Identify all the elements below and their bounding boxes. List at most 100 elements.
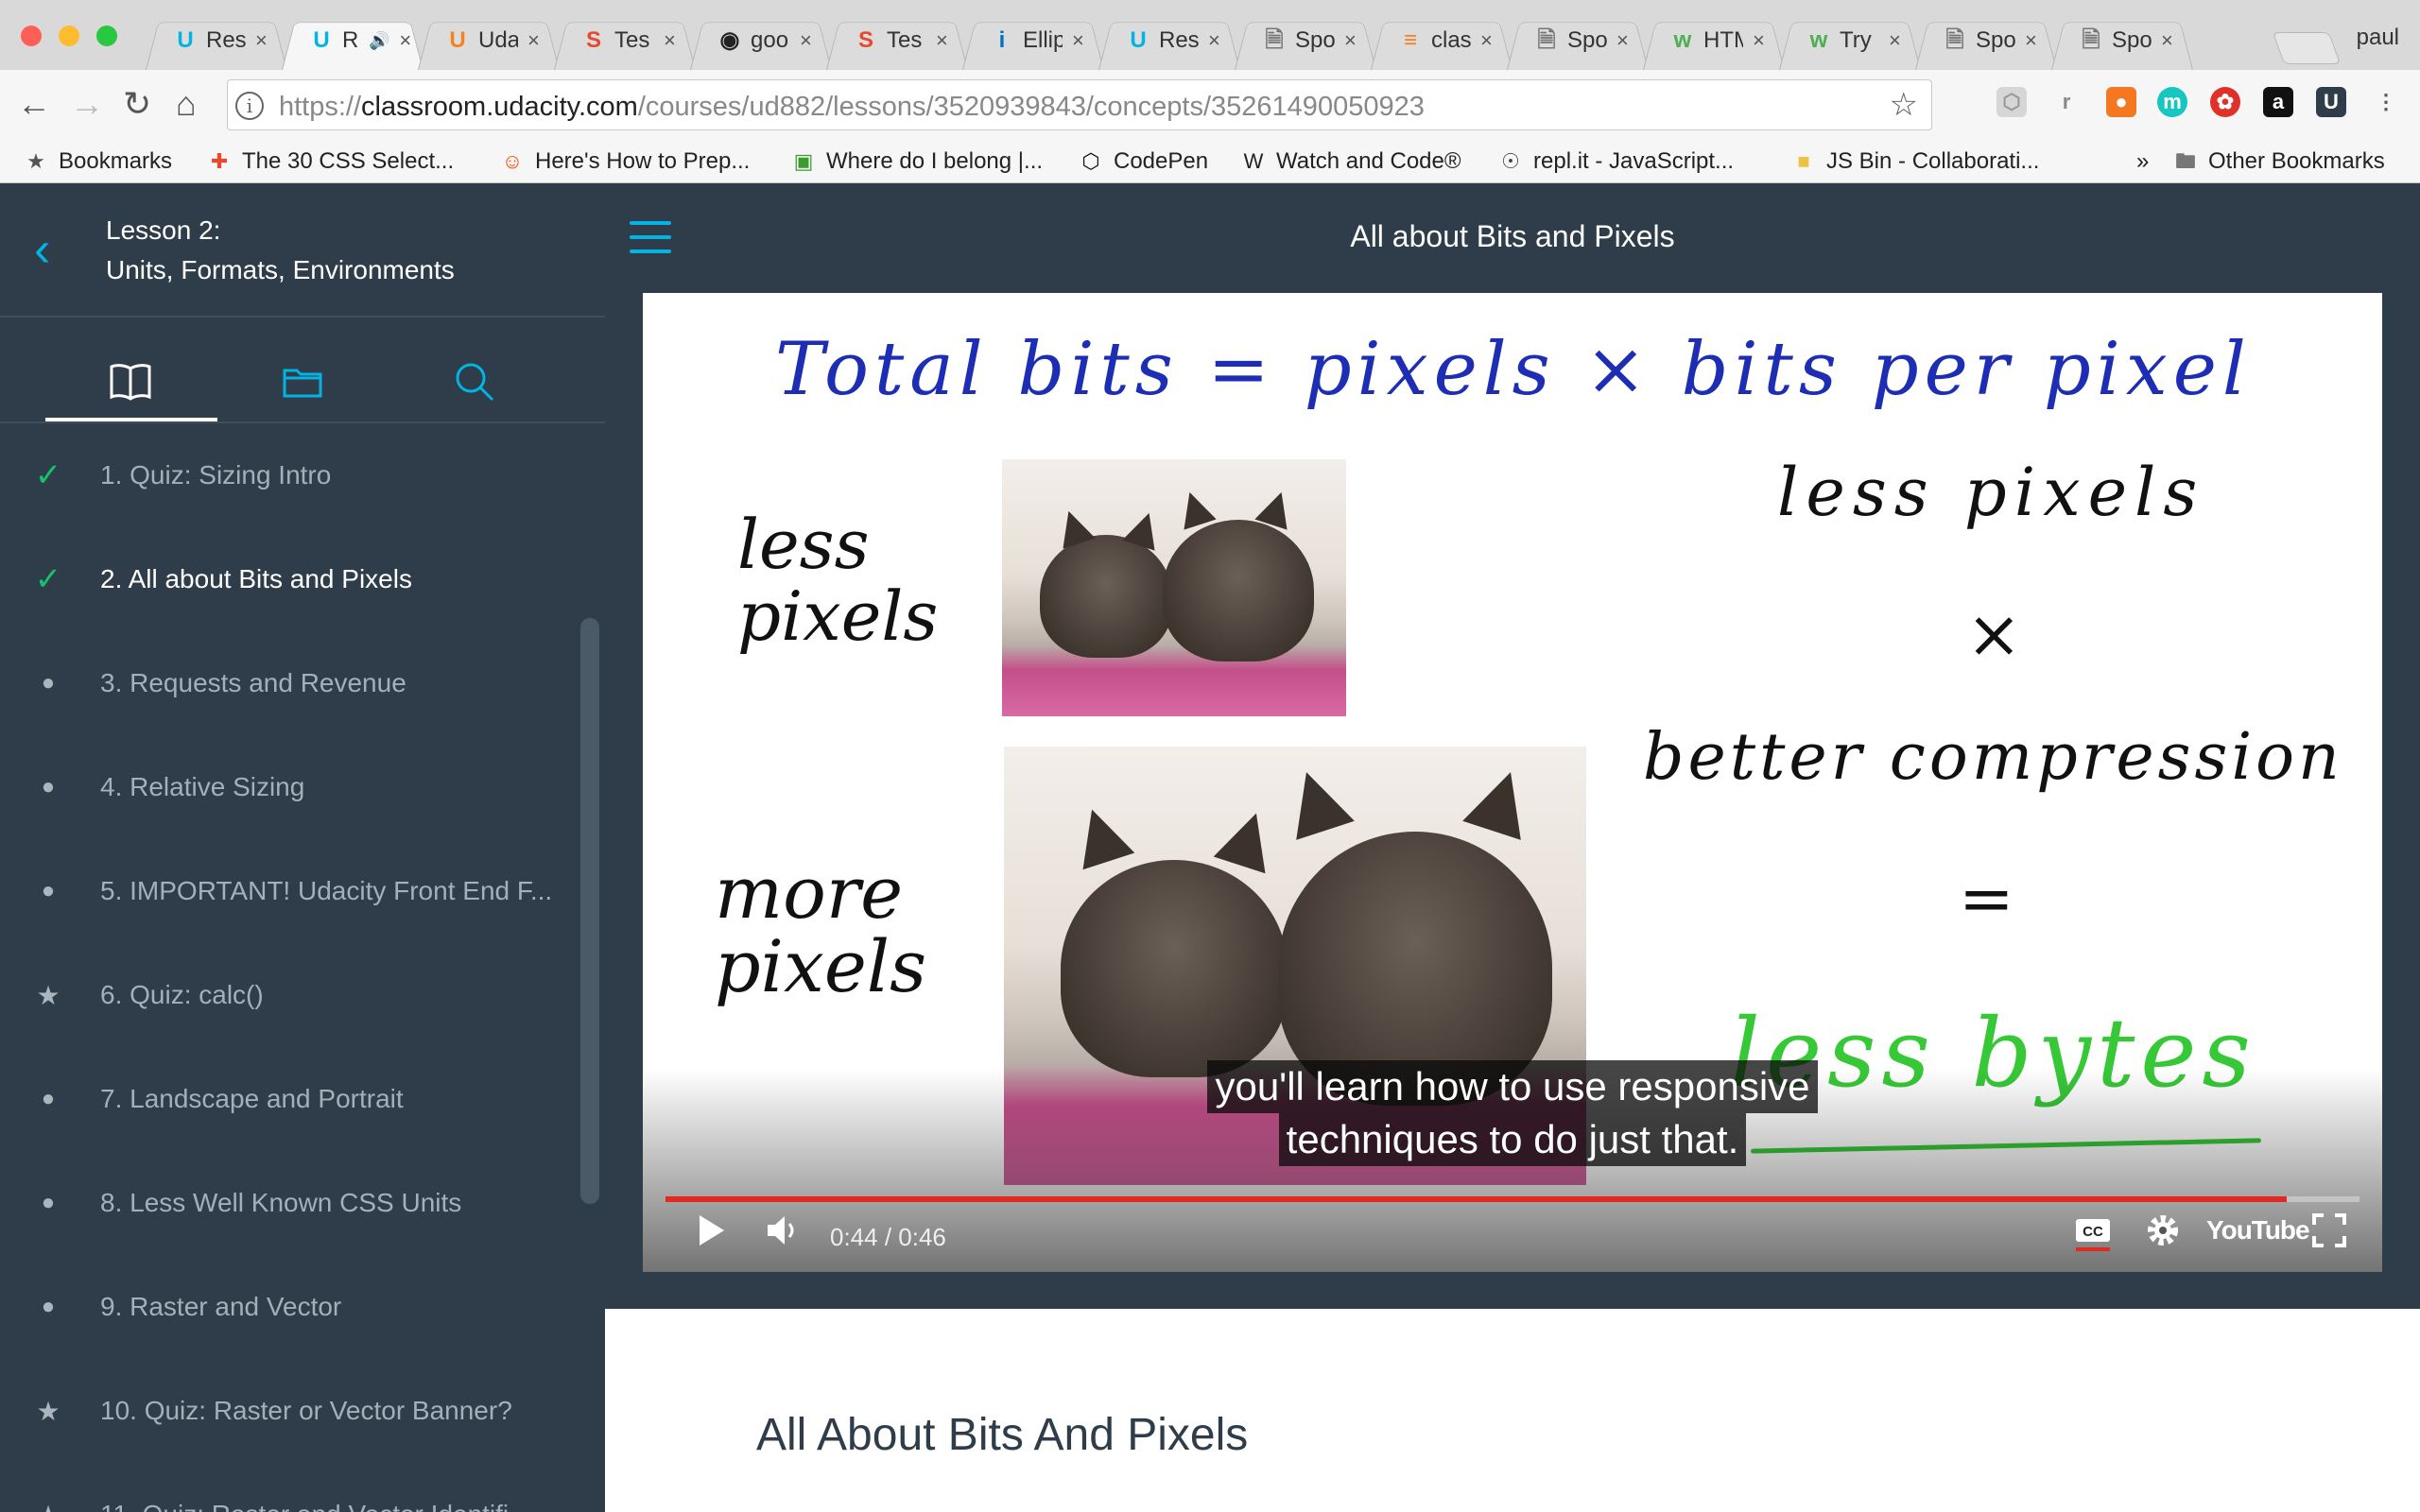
sidebar-scrollbar[interactable] bbox=[580, 618, 599, 1204]
reload-icon[interactable]: ↻ bbox=[123, 85, 151, 123]
udacity-extension-icon[interactable]: U bbox=[2316, 87, 2346, 117]
back-arrow-icon[interactable]: ← bbox=[17, 85, 51, 123]
browser-tab[interactable]: U R 🔊 × bbox=[282, 11, 424, 70]
minimize-window-button[interactable] bbox=[59, 26, 79, 46]
close-tab-icon[interactable]: × bbox=[1208, 28, 1220, 53]
close-tab-icon[interactable]: × bbox=[2161, 28, 2173, 53]
bookmark-item[interactable]: ★ Bookmarks bbox=[23, 144, 172, 180]
close-tab-icon[interactable]: × bbox=[1889, 28, 1901, 53]
browser-tab[interactable]: U Uda × bbox=[418, 11, 560, 70]
concept-item[interactable]: ★ 11. Quiz: Raster and Vector Identifi... bbox=[0, 1463, 577, 1512]
bookmark-item[interactable]: ▣ Where do I belong |... bbox=[790, 144, 1043, 180]
browser-tab[interactable]: w Try × bbox=[1779, 11, 1921, 70]
video-player[interactable]: Total bits = pixels × bits per pixel les… bbox=[643, 293, 2382, 1272]
concept-item[interactable]: ★ 6. Quiz: calc() bbox=[0, 943, 577, 1047]
home-icon[interactable]: ⌂ bbox=[176, 85, 197, 123]
caption-line-2: techniques to do just that. bbox=[1278, 1113, 1747, 1166]
concept-label: 9. Raster and Vector bbox=[100, 1292, 342, 1321]
concept-item[interactable]: ● 9. Raster and Vector bbox=[0, 1255, 577, 1359]
cube-extension-icon[interactable]: ⬡ bbox=[1996, 87, 2027, 117]
bookmark-label: JS Bin - Collaborati... bbox=[1826, 148, 2040, 174]
close-tab-icon[interactable]: × bbox=[800, 28, 812, 53]
browser-tab[interactable]: w HTM × bbox=[1643, 11, 1785, 70]
concept-item[interactable]: ● 7. Landscape and Portrait bbox=[0, 1047, 577, 1151]
close-tab-icon[interactable]: × bbox=[527, 28, 540, 53]
tab-search[interactable] bbox=[389, 344, 560, 420]
concept-label: 5. IMPORTANT! Udacity Front End F... bbox=[100, 876, 553, 905]
tab-strip: U Res × U R 🔊 × U Uda × S Tes × ◉ goo × S Tes × i Ellip × U Res… bbox=[151, 11, 2193, 70]
browser-tab[interactable]: i Ellip × bbox=[962, 11, 1104, 70]
url-text[interactable]: https://classroom.udacity.com/courses/ud… bbox=[279, 92, 1425, 123]
audio-playing-icon[interactable]: 🔊 bbox=[369, 31, 389, 51]
close-tab-icon[interactable]: × bbox=[1072, 28, 1084, 53]
reddit-icon: ☺ bbox=[501, 149, 524, 173]
browser-tab[interactable]: S Tes × bbox=[554, 11, 696, 70]
new-tab-button[interactable] bbox=[2272, 32, 2342, 64]
kitten-ear bbox=[1462, 763, 1540, 840]
r-extension-icon[interactable]: r bbox=[2051, 87, 2082, 117]
amazon-extension-icon[interactable]: a bbox=[2263, 87, 2293, 117]
zoom-window-button[interactable] bbox=[96, 26, 117, 46]
tomato-extension-icon[interactable]: ✿ bbox=[2210, 87, 2240, 117]
close-tab-icon[interactable]: × bbox=[1616, 28, 1629, 53]
bookmark-star-icon[interactable]: ☆ bbox=[1890, 86, 1918, 124]
bookmark-item[interactable]: W Watch and Code® bbox=[1240, 144, 1461, 180]
close-tab-icon[interactable]: × bbox=[664, 28, 676, 53]
tab-concepts[interactable] bbox=[45, 344, 216, 420]
browser-tab-bar: U Res × U R 🔊 × U Uda × S Tes × ◉ goo × S Tes × i Ellip × U Res… bbox=[0, 0, 2420, 70]
concept-item[interactable]: ● 8. Less Well Known CSS Units bbox=[0, 1151, 577, 1255]
concept-item[interactable]: ✓ 1. Quiz: Sizing Intro bbox=[0, 423, 577, 527]
close-tab-icon[interactable]: × bbox=[2025, 28, 2037, 53]
concept-item[interactable]: ● 4. Relative Sizing bbox=[0, 735, 577, 839]
concept-item[interactable]: ✓ 2. All about Bits and Pixels bbox=[0, 527, 577, 631]
tab-resources[interactable] bbox=[217, 344, 388, 420]
play-button[interactable] bbox=[696, 1211, 728, 1254]
concept-label: 7. Landscape and Portrait bbox=[100, 1084, 404, 1113]
browser-tab[interactable]: 🗎 Spo × bbox=[1235, 11, 1376, 70]
hubspot-extension-icon[interactable]: ● bbox=[2106, 87, 2136, 117]
close-tab-icon[interactable]: × bbox=[255, 28, 268, 53]
forward-arrow-icon[interactable]: → bbox=[70, 85, 104, 123]
close-tab-icon[interactable]: × bbox=[1753, 28, 1765, 53]
bookmark-item[interactable]: ⬡ CodePen bbox=[1078, 144, 1208, 180]
browser-tab[interactable]: U Res × bbox=[146, 11, 287, 70]
settings-button[interactable] bbox=[2144, 1211, 2182, 1254]
browser-tab[interactable]: U Res × bbox=[1098, 11, 1240, 70]
fullscreen-button[interactable] bbox=[2310, 1211, 2348, 1254]
concept-label: 4. Relative Sizing bbox=[100, 772, 305, 801]
bookmark-item[interactable]: ☺ Here's How to Prep... bbox=[499, 144, 751, 180]
youtube-logo[interactable]: YouTube bbox=[2206, 1215, 2310, 1246]
browser-tab[interactable]: S Tes × bbox=[826, 11, 968, 70]
address-bar[interactable]: i https://classroom.udacity.com/courses/… bbox=[227, 79, 1932, 130]
close-tab-icon[interactable]: × bbox=[936, 28, 948, 53]
progress-bar[interactable] bbox=[666, 1196, 2360, 1202]
profile-name[interactable]: paul bbox=[2357, 25, 2399, 51]
concept-item[interactable]: ● 3. Requests and Revenue bbox=[0, 631, 577, 735]
udacity-icon: U bbox=[313, 27, 330, 53]
volume-button[interactable] bbox=[764, 1211, 802, 1254]
captions-button[interactable]: CC bbox=[2072, 1211, 2114, 1258]
browser-tab[interactable]: 🗎 Spo × bbox=[2051, 11, 2193, 70]
bookmarks-overflow-chevron[interactable]: » bbox=[2136, 144, 2149, 180]
close-tab-icon[interactable]: × bbox=[1480, 28, 1493, 53]
browser-tab[interactable]: ≡ clas × bbox=[1371, 11, 1512, 70]
concept-item[interactable]: ★ 10. Quiz: Raster or Vector Banner? bbox=[0, 1359, 577, 1463]
concept-item[interactable]: ● 5. IMPORTANT! Udacity Front End F... bbox=[0, 839, 577, 943]
close-window-button[interactable] bbox=[21, 26, 42, 46]
m-extension-icon[interactable]: m bbox=[2157, 87, 2187, 117]
back-chevron-icon[interactable]: ‹ bbox=[34, 225, 50, 274]
browser-tab[interactable]: 🗎 Spo × bbox=[1915, 11, 2057, 70]
close-tab-icon[interactable]: × bbox=[1344, 28, 1357, 53]
document-icon: 🗎 bbox=[1265, 27, 1284, 53]
chrome-menu-icon[interactable]: ⋮ bbox=[2371, 87, 2401, 117]
bookmark-item[interactable]: ✚ The 30 CSS Select... bbox=[206, 144, 454, 180]
more-pixels-label-line-1: more bbox=[715, 850, 904, 935]
browser-tab[interactable]: ◉ goo × bbox=[690, 11, 832, 70]
other-bookmarks[interactable]: 🖿 Other Bookmarks bbox=[2172, 144, 2385, 180]
site-info-icon[interactable]: i bbox=[235, 92, 264, 120]
concept-label: 2. All about Bits and Pixels bbox=[100, 564, 412, 593]
bookmark-item[interactable]: ☉ repl.it - JavaScript... bbox=[1497, 144, 1734, 180]
close-tab-icon[interactable]: × bbox=[399, 28, 411, 53]
browser-tab[interactable]: 🗎 Spo × bbox=[1507, 11, 1649, 70]
bookmark-item[interactable]: ■ JS Bin - Collaborati... bbox=[1790, 144, 2039, 180]
